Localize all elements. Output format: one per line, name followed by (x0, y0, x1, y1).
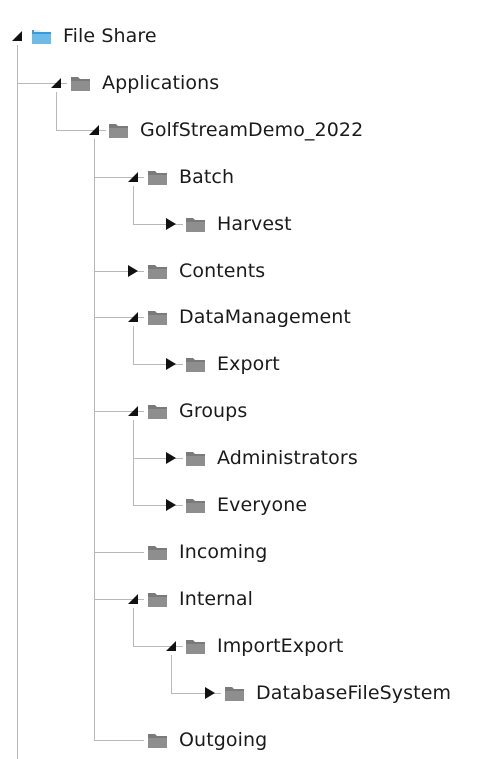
tree-node[interactable]: File Share (31, 21, 157, 51)
tree-node-label: ImportExport (217, 635, 344, 657)
tree-node[interactable]: Applications (70, 68, 219, 98)
folder-icon (147, 262, 169, 280)
collapse-arrow-icon[interactable] (10, 29, 24, 43)
tree-node-label: File Share (63, 25, 157, 47)
tree-node-label: GolfStreamDemo_2022 (140, 119, 364, 141)
tree-node-label: Internal (179, 588, 254, 610)
tree-node[interactable]: Contents (147, 256, 265, 286)
expand-arrow-icon[interactable] (164, 498, 178, 512)
tree-node[interactable]: Everyone (185, 490, 307, 520)
expand-arrow-icon[interactable] (164, 451, 178, 465)
folder-icon (147, 308, 169, 326)
tree-guide-line (56, 92, 57, 130)
tree-node-label: DataManagement (179, 306, 351, 328)
tree-node-label: Contents (179, 260, 266, 282)
tree-guide-line (133, 326, 134, 364)
folder-icon (108, 121, 130, 139)
tree-guide-line (133, 186, 134, 224)
collapse-arrow-icon[interactable] (49, 76, 63, 90)
tree-node[interactable]: DatabaseFileSystem (224, 678, 451, 708)
tree-guide-line (133, 608, 134, 646)
folder-icon (147, 543, 169, 561)
collapse-arrow-icon[interactable] (126, 592, 140, 606)
tree-node[interactable]: GolfStreamDemo_2022 (108, 115, 363, 145)
folder-icon (185, 449, 207, 467)
folder-icon (70, 74, 92, 92)
tree-guide-line (17, 45, 18, 759)
tree-node[interactable]: Outgoing (147, 725, 267, 755)
tree-node[interactable]: Batch (147, 162, 234, 192)
tree-node[interactable]: Administrators (185, 443, 358, 473)
folder-icon (147, 168, 169, 186)
share-folder-icon (31, 27, 53, 45)
tree-node[interactable]: Incoming (147, 537, 267, 567)
tree-node[interactable]: DataManagement (147, 302, 351, 332)
tree-node[interactable]: Export (185, 349, 280, 379)
folder-icon (147, 590, 169, 608)
expand-arrow-icon[interactable] (164, 357, 178, 371)
expand-arrow-icon[interactable] (126, 264, 140, 278)
tree-node-label: Outgoing (179, 729, 268, 751)
collapse-arrow-icon[interactable] (164, 639, 178, 653)
tree-node[interactable]: Groups (147, 396, 247, 426)
tree-node[interactable]: Harvest (185, 209, 292, 239)
tree-node-label: Export (217, 353, 280, 375)
tree-node-label: Incoming (179, 541, 268, 563)
collapse-arrow-icon[interactable] (126, 310, 140, 324)
tree-node-label: Groups (179, 400, 248, 422)
tree-node-label: Applications (102, 72, 220, 94)
tree-node-label: Harvest (217, 213, 292, 235)
folder-icon (185, 215, 207, 233)
collapse-arrow-icon[interactable] (87, 123, 101, 137)
folder-icon (185, 637, 207, 655)
tree-guide-line (133, 420, 134, 505)
tree-guide-line (94, 740, 144, 741)
tree-guide-line (94, 552, 144, 553)
tree-node[interactable]: ImportExport (185, 631, 343, 661)
tree-node-label: Administrators (217, 447, 358, 469)
folder-icon (185, 355, 207, 373)
folder-icon (147, 731, 169, 749)
folder-icon (185, 496, 207, 514)
folder-icon (147, 402, 169, 420)
tree-node-label: Batch (179, 166, 235, 188)
folder-icon (224, 684, 246, 702)
collapse-arrow-icon[interactable] (126, 404, 140, 418)
expand-arrow-icon[interactable] (203, 686, 217, 700)
tree-guide-line (94, 139, 95, 740)
tree-node-label: DatabaseFileSystem (256, 682, 452, 704)
folder-tree: File Share Applications GolfStreamDemo_202… (0, 0, 503, 759)
collapse-arrow-icon[interactable] (126, 170, 140, 184)
tree-guide-line (171, 655, 172, 693)
tree-node[interactable]: Internal (147, 584, 253, 614)
tree-node-label: Everyone (217, 494, 308, 516)
expand-arrow-icon[interactable] (164, 217, 178, 231)
